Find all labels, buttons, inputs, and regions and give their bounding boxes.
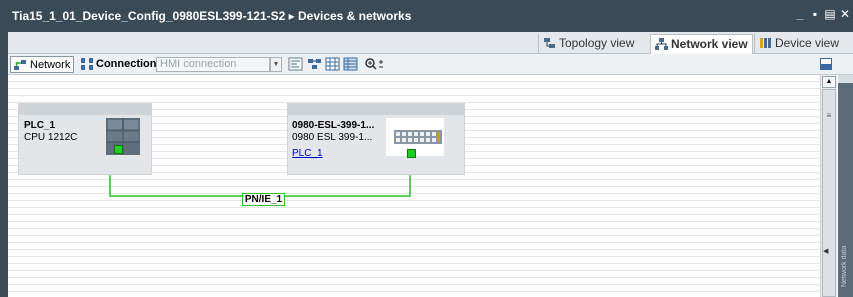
vertical-scrollbar[interactable]: ▲ ≡ bbox=[820, 75, 837, 297]
window-title: Tia15_1_01_Device_Config_0980ESL399-121-… bbox=[12, 9, 412, 23]
network-canvas[interactable]: PLC_1 CPU 1212C 0980-ESL-399-1... 0980 E… bbox=[8, 75, 820, 297]
network-mode-button[interactable]: Network bbox=[10, 56, 75, 73]
connection-type-select[interactable]: HMI connection bbox=[156, 57, 270, 72]
panel-toggle-icon[interactable] bbox=[820, 57, 832, 71]
profinet-port[interactable] bbox=[407, 149, 416, 158]
minimize-button[interactable]: _ bbox=[794, 8, 806, 20]
connections-icon bbox=[81, 58, 93, 70]
tab-network-view[interactable]: Network view bbox=[650, 34, 753, 54]
device-type: 0980 ESL 399-1... bbox=[292, 132, 373, 143]
assigned-controller-link[interactable]: PLC_1 bbox=[292, 148, 323, 159]
connections-mode-button[interactable]: Connections bbox=[78, 56, 163, 73]
float-button[interactable]: ▪ bbox=[809, 8, 821, 20]
tab-device-label: Device view bbox=[775, 36, 840, 50]
maximize-button[interactable]: ▤ bbox=[824, 8, 836, 20]
side-panel-label: Network data bbox=[841, 245, 848, 287]
network-data-side-panel[interactable]: Network data bbox=[838, 75, 853, 297]
device-esl[interactable]: 0980-ESL-399-1... 0980 ESL 399-1... PLC_… bbox=[287, 103, 465, 175]
tab-topology-label: Topology view bbox=[559, 36, 635, 50]
io-module-icon bbox=[394, 130, 442, 144]
scroll-up-icon[interactable]: ▲ bbox=[822, 76, 836, 88]
chevron-left-icon[interactable]: ◀ bbox=[823, 247, 828, 255]
topology-icon bbox=[544, 38, 555, 48]
network-mode-icon bbox=[14, 60, 26, 70]
table-toggle-icon[interactable] bbox=[343, 57, 358, 71]
title-bar: Tia15_1_01_Device_Config_0980ESL399-121-… bbox=[0, 0, 853, 32]
device-name: 0980-ESL-399-1... bbox=[292, 120, 375, 131]
subnet-label[interactable]: PN/IE_1 bbox=[242, 193, 285, 206]
network-toolbar: Network Connections HMI connection ▼ bbox=[8, 54, 853, 75]
tab-device-view[interactable]: Device view bbox=[754, 34, 853, 54]
grid-icon[interactable] bbox=[325, 57, 340, 71]
view-tabs-bar: Topology view Network view Device view bbox=[8, 32, 853, 54]
device-header bbox=[19, 104, 151, 115]
zoom-icon[interactable] bbox=[364, 57, 384, 71]
device-type: CPU 1212C bbox=[24, 132, 78, 143]
network-icon bbox=[655, 38, 668, 50]
tab-network-label: Network view bbox=[671, 37, 748, 51]
device-name: PLC_1 bbox=[24, 120, 56, 131]
side-panel-cap bbox=[838, 75, 853, 83]
chevron-down-icon[interactable]: ▼ bbox=[270, 57, 282, 72]
device-plc[interactable]: PLC_1 CPU 1212C bbox=[18, 103, 152, 175]
device-icon bbox=[760, 38, 771, 48]
window-controls: _ ▪ ▤ ✕ bbox=[794, 8, 851, 20]
profinet-port[interactable] bbox=[114, 145, 123, 154]
scroll-thumb[interactable]: ≡ bbox=[822, 89, 836, 297]
device-header bbox=[288, 104, 464, 115]
tab-topology-view[interactable]: Topology view bbox=[538, 34, 649, 54]
connections-mode-label: Connections bbox=[96, 58, 163, 70]
close-button[interactable]: ✕ bbox=[839, 8, 851, 20]
network-mode-label: Network bbox=[30, 59, 71, 71]
relations-icon[interactable] bbox=[307, 57, 322, 71]
left-edge-strip bbox=[0, 32, 8, 297]
show-addresses-icon[interactable] bbox=[288, 57, 303, 71]
plc-module-icon bbox=[106, 118, 140, 155]
